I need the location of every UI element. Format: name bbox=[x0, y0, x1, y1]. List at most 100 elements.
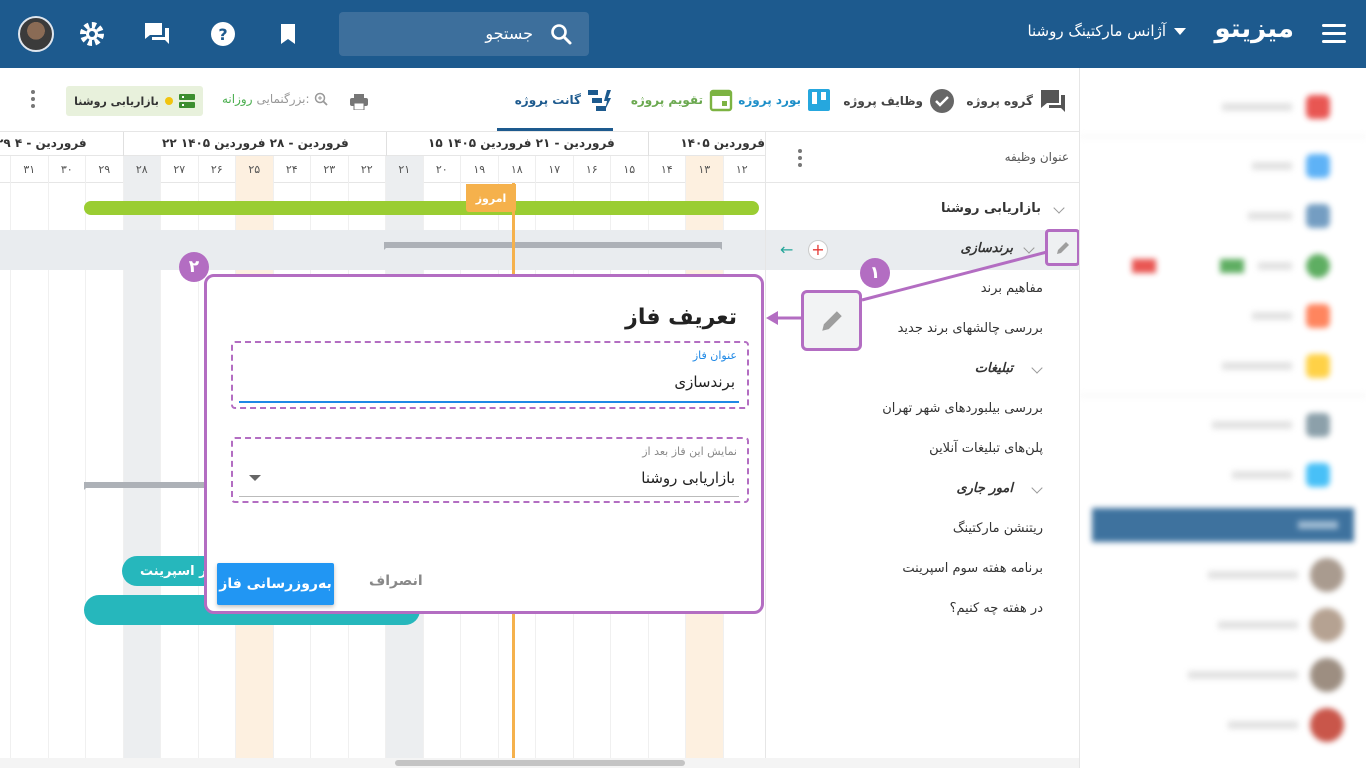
group-row-marketing[interactable]: بازاریابی روشنا bbox=[941, 201, 1041, 216]
day-cell: ۲۸ bbox=[122, 156, 160, 183]
chevron-down-icon[interactable] bbox=[1053, 202, 1065, 214]
phase-title-label: عنوان فاز bbox=[692, 349, 737, 362]
calendar-icon bbox=[709, 89, 733, 112]
avatar bbox=[1310, 658, 1344, 692]
sidebar-item[interactable] bbox=[1080, 291, 1366, 341]
chevron-down-icon[interactable] bbox=[249, 475, 261, 481]
search-label: جستجو bbox=[485, 24, 533, 43]
day-cell: ۲۲ bbox=[347, 156, 386, 183]
week-label: ۲۲ فروردین - ۲۸ فروردین ۱۴۰۵ bbox=[162, 136, 349, 150]
week-divider bbox=[123, 132, 124, 156]
tab-label: تقویم پروژه bbox=[630, 93, 703, 107]
chat-icon[interactable] bbox=[141, 18, 173, 50]
sidebar-user[interactable] bbox=[1080, 550, 1366, 600]
avatar bbox=[1310, 608, 1344, 642]
tab-project-tasks[interactable]: وظایف پروژه bbox=[843, 88, 955, 114]
bookmark-icon[interactable] bbox=[272, 18, 304, 50]
sidebar-user[interactable] bbox=[1080, 600, 1366, 650]
input-underline bbox=[239, 401, 739, 403]
sidebar-blurred-content bbox=[1080, 68, 1366, 750]
update-phase-button[interactable]: به‌روزرسانی فاز bbox=[217, 563, 334, 605]
tab-project-board[interactable]: بورد پروژه bbox=[738, 88, 831, 112]
sidebar-item[interactable] bbox=[1080, 450, 1366, 500]
chevron-down-icon[interactable] bbox=[1031, 362, 1043, 374]
tab-project-calendar[interactable]: تقویم پروژه bbox=[631, 88, 733, 112]
inbox-icon bbox=[1306, 304, 1330, 328]
status-dot bbox=[164, 97, 173, 105]
group-row-ops[interactable]: امور جاری bbox=[956, 481, 1013, 496]
week-label: ۲۹ فروردین - ۴ bbox=[0, 136, 87, 150]
day-cell: ۲۱ bbox=[385, 156, 423, 183]
add-task-button[interactable]: + bbox=[808, 240, 828, 260]
board-icon bbox=[808, 89, 830, 111]
task-list-panel: عنوان وظیفه بازاریابی روشنا برندسازی مفا… bbox=[765, 132, 1080, 768]
day-cell: ۲۶ bbox=[197, 156, 236, 183]
sidebar-user[interactable] bbox=[1080, 700, 1366, 750]
filter-chip-label: بازاریابی روشنا bbox=[74, 94, 159, 108]
sidebar-section-header bbox=[1092, 508, 1354, 542]
phase-bar-branding[interactable] bbox=[384, 242, 722, 250]
horizontal-scrollbar[interactable] bbox=[0, 758, 1079, 768]
zoom-control[interactable]: روزانه بزرگنمایی: bbox=[222, 92, 328, 106]
sidebar-item[interactable] bbox=[1080, 400, 1366, 450]
day-cell: ۲۳ bbox=[310, 156, 348, 183]
phase-title-value[interactable]: برندسازی bbox=[674, 373, 735, 391]
task-row[interactable]: مفاهیم برند bbox=[981, 281, 1043, 296]
sidebar-item[interactable] bbox=[1080, 141, 1366, 191]
sidebar-item[interactable] bbox=[1080, 241, 1366, 291]
active-tab-indicator bbox=[497, 128, 613, 131]
task-bar-label: ر اسپرینت bbox=[140, 563, 207, 579]
step-badge-2: ۲ bbox=[179, 252, 209, 282]
chat-group-icon bbox=[1041, 90, 1065, 112]
cancel-button[interactable]: انصراف bbox=[369, 573, 423, 589]
phase-filter-chip[interactable]: بازاریابی روشنا bbox=[66, 86, 203, 116]
group-row-branding[interactable]: برندسازی bbox=[960, 241, 1013, 256]
workspace-name: آژانس مارکتینگ روشنا bbox=[1027, 22, 1166, 40]
sidebar-user[interactable] bbox=[1080, 650, 1366, 700]
help-icon[interactable]: ? bbox=[207, 18, 239, 50]
step-badge-1: ۱ bbox=[860, 258, 890, 288]
tab-project-gantt[interactable]: گانت پروژه bbox=[515, 88, 613, 112]
workspace-selector[interactable]: آژانس مارکتینگ روشنا bbox=[1027, 22, 1186, 40]
user-avatar[interactable] bbox=[18, 16, 54, 52]
task-row[interactable]: در هفته چه کنیم؟ bbox=[950, 601, 1043, 616]
task-row[interactable]: ریتنشن مارکتینگ bbox=[953, 521, 1043, 536]
day-cell: ۳۱ bbox=[10, 156, 48, 183]
sidebar-item[interactable] bbox=[1080, 191, 1366, 241]
column-options-icon[interactable] bbox=[798, 149, 802, 170]
day-cell: ۱۸ bbox=[497, 156, 536, 183]
task-row[interactable]: بررسی چالشهای برند جدید bbox=[898, 321, 1043, 336]
scrollbar-thumb[interactable] bbox=[395, 760, 685, 766]
group-row-ads[interactable]: تبلیغات bbox=[975, 361, 1013, 376]
top-bar: میزیتو آژانس مارکتینگ روشنا جستجو ? bbox=[0, 0, 1366, 68]
tab-project-group[interactable]: گروه پروژه bbox=[966, 88, 1067, 114]
brand-logo: میزیتو bbox=[1214, 14, 1294, 44]
phase-bar-ops[interactable] bbox=[84, 482, 224, 490]
task-row[interactable]: پلن‌های تبلیغات آنلاین bbox=[929, 441, 1043, 456]
sidebar-item[interactable] bbox=[1080, 341, 1366, 391]
phase-after-select[interactable]: نمایش این فاز بعد از بازاریابی روشنا bbox=[231, 437, 749, 503]
gear-icon[interactable] bbox=[76, 18, 108, 50]
gantt-icon bbox=[588, 90, 611, 111]
project-summary-bar[interactable] bbox=[84, 201, 759, 215]
phase-title-field[interactable]: عنوان فاز برندسازی bbox=[231, 341, 749, 409]
menu-icon[interactable] bbox=[1322, 24, 1346, 44]
print-icon[interactable] bbox=[350, 94, 368, 114]
more-options-icon[interactable] bbox=[31, 90, 35, 111]
notes-icon bbox=[1306, 354, 1330, 378]
search-box[interactable]: جستجو bbox=[339, 12, 589, 56]
day-cell: ۱۴ bbox=[647, 156, 686, 183]
task-row[interactable]: بررسی بیلبوردهای شهر تهران bbox=[882, 401, 1043, 416]
tab-label: گروه پروژه bbox=[966, 94, 1033, 108]
task-title-column-label: عنوان وظیفه bbox=[1004, 150, 1069, 164]
gantt-week-header: ۱۴۰۵ فروردین ۱۵ فروردین - ۲۱ فروردین ۱۴۰… bbox=[0, 132, 765, 156]
tab-label: گانت پروژه bbox=[514, 93, 581, 107]
arrow-left-icon[interactable]: ← bbox=[780, 240, 793, 259]
sidebar-divider bbox=[1080, 395, 1366, 396]
task-row[interactable]: برنامه هفته سوم اسپرینت bbox=[902, 561, 1043, 576]
sidebar-item[interactable] bbox=[1080, 82, 1366, 132]
chevron-down-icon[interactable] bbox=[1031, 482, 1043, 494]
edit-phase-button[interactable] bbox=[1045, 229, 1080, 266]
day-column-line bbox=[10, 183, 11, 768]
day-cell: ۱۲ bbox=[722, 156, 761, 183]
